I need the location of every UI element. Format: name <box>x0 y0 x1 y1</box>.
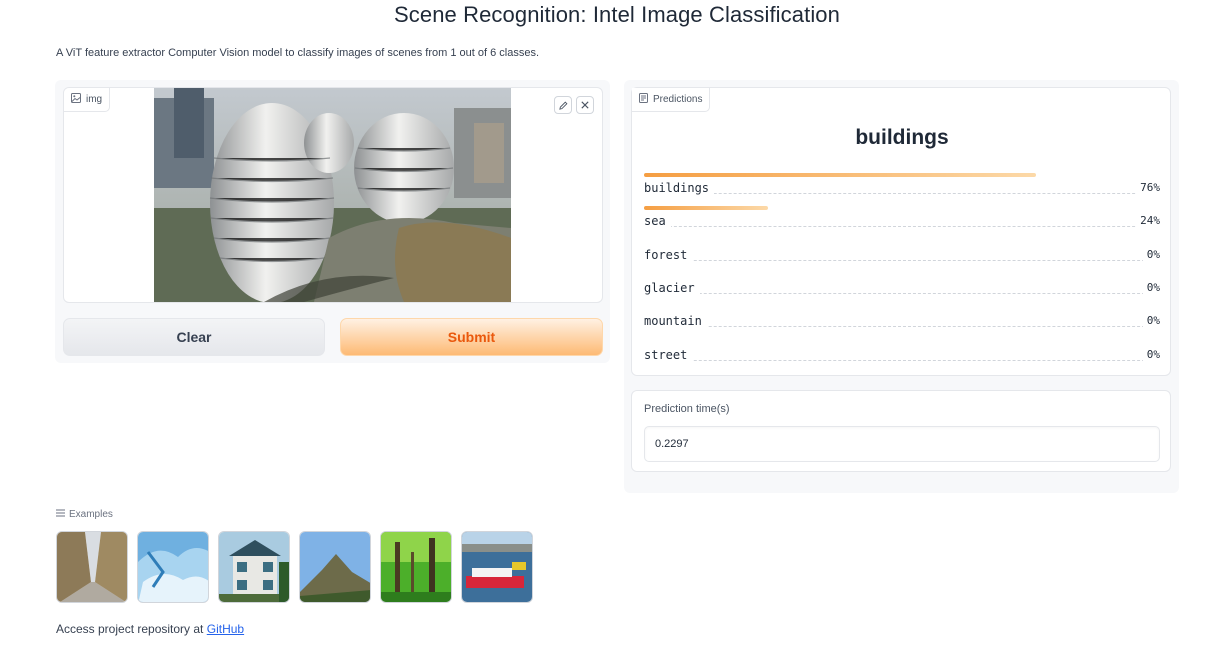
page-description: A ViT feature extractor Computer Vision … <box>56 47 540 59</box>
example-sea[interactable] <box>461 531 533 603</box>
predictions-label: Predictions <box>653 94 703 105</box>
confidence-label: glacier <box>644 280 700 295</box>
image-label-badge: img <box>64 88 111 112</box>
confidence-row: glacier 0% <box>644 280 1160 300</box>
confidence-bar <box>644 173 1037 177</box>
top-prediction: buildings <box>855 126 949 149</box>
github-link[interactable]: GitHub <box>207 622 244 636</box>
confidence-row: sea 24% <box>644 206 1160 233</box>
confidence-label: forest <box>644 247 693 262</box>
footer-label: Access project repository at <box>56 622 204 636</box>
prediction-time-field[interactable]: 0.2297 <box>644 426 1160 462</box>
submit-button[interactable]: Submit <box>340 318 603 356</box>
examples-header: Examples <box>56 509 113 520</box>
confidence-value: 24% <box>1136 214 1160 228</box>
uploaded-image <box>154 88 511 302</box>
confidence-row: forest 0% <box>644 247 1160 267</box>
confidence-leader <box>644 193 1160 194</box>
output-panel: Predictions buildings buildings 76% sea 24%… <box>624 80 1179 493</box>
example-street[interactable] <box>56 531 128 603</box>
confidence-row: mountain 0% <box>644 313 1160 333</box>
image-icon <box>71 93 81 106</box>
confidence-leader <box>644 292 1160 294</box>
confidence-label: street <box>644 347 693 362</box>
pencil-icon[interactable] <box>554 96 572 114</box>
confidence-leader <box>644 259 1160 261</box>
confidence-label: mountain <box>644 314 707 329</box>
image-label: img <box>86 94 103 105</box>
confidence-leader <box>644 359 1160 361</box>
list-icon <box>56 509 65 520</box>
confidence-value: 0% <box>1142 280 1160 294</box>
confidence-label: buildings <box>644 181 715 195</box>
examples-label: Examples <box>69 509 113 520</box>
examples-gallery <box>56 531 533 603</box>
image-tools <box>554 96 594 114</box>
prediction-time-label: Prediction time(s) <box>644 403 730 415</box>
confidence-leader <box>644 226 1160 228</box>
example-forest[interactable] <box>380 531 452 603</box>
example-glacier[interactable] <box>137 531 209 603</box>
document-icon <box>639 93 648 106</box>
page-title: Scene Recognition: Intel Image Classific… <box>394 2 840 27</box>
confidence-label: sea <box>644 214 671 229</box>
input-panel: img Clear Submit <box>55 80 610 363</box>
example-buildings[interactable] <box>218 531 290 603</box>
predictions-box: Predictions buildings buildings 76% sea 24%… <box>631 87 1171 376</box>
image-upload-box[interactable]: img <box>63 87 603 303</box>
example-mountain[interactable] <box>299 531 371 603</box>
prediction-time-box: Prediction time(s) 0.2297 <box>631 390 1171 472</box>
confidence-value: 0% <box>1142 247 1160 261</box>
confidence-row: buildings 76% <box>644 173 1160 200</box>
close-icon[interactable] <box>576 96 594 114</box>
confidence-leader <box>644 326 1160 328</box>
footer-text: Access project repository at GitHub <box>56 622 244 636</box>
confidence-value: 76% <box>1136 181 1160 194</box>
app-page: Scene Recognition: Intel Image Classific… <box>0 0 1214 650</box>
predictions-label-badge: Predictions <box>632 88 711 112</box>
confidence-value: 0% <box>1142 347 1160 361</box>
clear-button[interactable]: Clear <box>63 318 325 356</box>
confidence-value: 0% <box>1142 314 1160 328</box>
confidence-bar <box>644 206 768 211</box>
confidence-row: street 0% <box>644 347 1160 367</box>
